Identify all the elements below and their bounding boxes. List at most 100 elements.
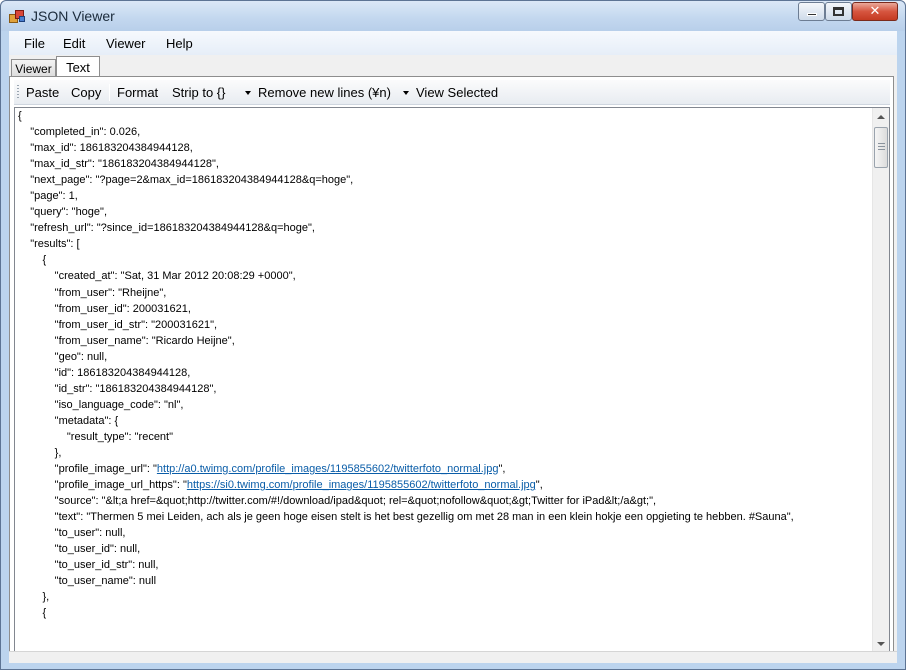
code-line: },: [18, 445, 868, 461]
code-line-text: "query": "hoge",: [18, 206, 107, 219]
code-line-text: "profile_image_url_https": ": [18, 479, 187, 492]
maximize-icon: [833, 7, 844, 16]
code-line-text: "id_str": "186183204384944128",: [18, 382, 217, 395]
code-line: "created_at": "Sat, 31 Mar 2012 20:08:29…: [18, 268, 868, 284]
toolbar-grip[interactable]: [17, 85, 19, 99]
menu-bar: File Edit Viewer Help: [9, 31, 897, 55]
format-button[interactable]: Format: [117, 85, 158, 100]
toolbar: Paste Copy Format Strip to {} Remove new…: [14, 80, 890, 105]
code-line: "metadata": {: [18, 413, 868, 429]
code-line: "geo": null,: [18, 349, 868, 365]
status-bar: [9, 651, 897, 663]
code-line: "text": "Thermen 5 mei Leiden, ach als j…: [18, 509, 868, 525]
toolbar-separator: [109, 84, 110, 101]
profile-image-link[interactable]: https://si0.twimg.com/profile_images/119…: [187, 479, 536, 491]
json-text-content[interactable]: { "completed_in": 0.026, "max_id": 18618…: [18, 108, 868, 622]
close-button[interactable]: ✕: [852, 2, 898, 21]
code-line-text: "source": "&lt;a href=&quot;http://twitt…: [18, 495, 657, 508]
title-bar[interactable]: JSON Viewer ✕: [1, 1, 905, 31]
arrow-down-icon: [877, 641, 885, 646]
view-selected-button[interactable]: View Selected: [416, 85, 498, 100]
tab-text[interactable]: Text: [56, 56, 100, 78]
copy-button[interactable]: Copy: [71, 85, 101, 100]
code-line: "id": 186183204384944128,: [18, 365, 868, 381]
profile-image-link[interactable]: http://a0.twimg.com/profile_images/11958…: [157, 463, 499, 475]
code-line-text: "to_user": null,: [18, 527, 126, 540]
menu-help[interactable]: Help: [166, 36, 193, 51]
code-line-text: "iso_language_code": "nl",: [18, 398, 184, 411]
code-line-text: "from_user_id": 200031621,: [18, 302, 191, 315]
maximize-button[interactable]: [825, 2, 852, 21]
code-line: "result_type": "recent": [18, 429, 868, 445]
tab-viewer[interactable]: Viewer: [11, 59, 56, 77]
code-line-text: "id": 186183204384944128,: [18, 366, 191, 379]
code-line-text: ",: [535, 479, 543, 492]
paste-button[interactable]: Paste: [26, 85, 59, 100]
code-line-text: },: [18, 591, 50, 604]
code-line: {: [18, 252, 868, 268]
code-line-text: "metadata": {: [18, 414, 119, 427]
code-line-text: "max_id_str": "186183204384944128",: [18, 158, 219, 171]
code-line-text: "page": 1,: [18, 190, 78, 203]
json-text-editor[interactable]: { "completed_in": 0.026, "max_id": 18618…: [14, 107, 890, 653]
scroll-up-button[interactable]: [873, 108, 889, 125]
menu-edit[interactable]: Edit: [63, 36, 85, 51]
menu-file[interactable]: File: [24, 36, 45, 51]
code-line: "profile_image_url": "http://a0.twimg.co…: [18, 461, 868, 477]
code-line: "completed_in": 0.026,: [18, 124, 868, 140]
code-line-text: "completed_in": 0.026,: [18, 126, 141, 139]
minimize-button[interactable]: [798, 2, 825, 21]
code-line: "source": "&lt;a href=&quot;http://twitt…: [18, 493, 868, 509]
code-line-text: "results": [: [18, 238, 80, 251]
code-line-text: {: [18, 254, 47, 267]
code-line-text: "to_user_name": null: [18, 575, 157, 588]
strip-dropdown-arrow[interactable]: [245, 91, 251, 95]
code-line: "max_id": 186183204384944128,: [18, 140, 868, 156]
code-line-text: "to_user_id_str": null,: [18, 559, 159, 572]
remove-newlines-button[interactable]: Remove new lines (¥n): [258, 85, 391, 100]
code-line-text: "next_page": "?page=2&max_id=18618320438…: [18, 174, 354, 187]
code-line: "to_user": null,: [18, 525, 868, 541]
code-line: "to_user_name": null: [18, 573, 868, 589]
code-line: "results": [: [18, 236, 868, 252]
code-line: {: [18, 108, 868, 124]
tab-strip: Viewer Text: [9, 55, 897, 78]
window-title: JSON Viewer: [31, 8, 115, 24]
code-line: },: [18, 589, 868, 605]
scroll-thumb[interactable]: [874, 127, 888, 168]
code-line-text: "text": "Thermen 5 mei Leiden, ach als j…: [18, 511, 794, 524]
app-window: JSON Viewer ✕ File Edit Viewer Help View…: [0, 0, 906, 670]
code-line-text: {: [18, 607, 47, 620]
scroll-down-button[interactable]: [873, 635, 889, 652]
code-line: "from_user_id": 200031621,: [18, 301, 868, 317]
code-line-text: "result_type": "recent": [18, 430, 174, 443]
client-area: File Edit Viewer Help Viewer Text Paste …: [9, 31, 897, 663]
code-line-text: "max_id": 186183204384944128,: [18, 142, 193, 155]
code-line-text: "to_user_id": null,: [18, 543, 141, 556]
remove-newlines-dropdown-arrow[interactable]: [403, 91, 409, 95]
code-line-text: "from_user_name": "Ricardo Heijne",: [18, 334, 235, 347]
code-line: "max_id_str": "186183204384944128",: [18, 156, 868, 172]
code-line-text: {: [18, 110, 22, 122]
code-line: "from_user_id_str": "200031621",: [18, 317, 868, 333]
code-line: "iso_language_code": "nl",: [18, 397, 868, 413]
code-line: "id_str": "186183204384944128",: [18, 381, 868, 397]
code-line: "query": "hoge",: [18, 204, 868, 220]
close-icon: ✕: [869, 4, 881, 19]
code-line-text: "from_user_id_str": "200031621",: [18, 318, 218, 331]
code-line: "refresh_url": "?since_id=18618320438494…: [18, 220, 868, 236]
code-line-text: },: [18, 446, 62, 459]
code-line-text: "refresh_url": "?since_id=18618320438494…: [18, 222, 315, 235]
text-tab-panel: Paste Copy Format Strip to {} Remove new…: [9, 76, 894, 656]
vertical-scrollbar[interactable]: [872, 108, 889, 652]
strip-button[interactable]: Strip to {}: [172, 85, 225, 100]
code-line: "from_user": "Rheijne",: [18, 285, 868, 301]
code-line-text: "profile_image_url": ": [18, 463, 157, 476]
code-line-text: "created_at": "Sat, 31 Mar 2012 20:08:29…: [18, 270, 296, 283]
code-line: "profile_image_url_https": "https://si0.…: [18, 477, 868, 493]
code-line: "to_user_id": null,: [18, 541, 868, 557]
code-line: "from_user_name": "Ricardo Heijne",: [18, 333, 868, 349]
minimize-icon: [806, 13, 817, 16]
code-line: "page": 1,: [18, 188, 868, 204]
menu-viewer[interactable]: Viewer: [106, 36, 146, 51]
